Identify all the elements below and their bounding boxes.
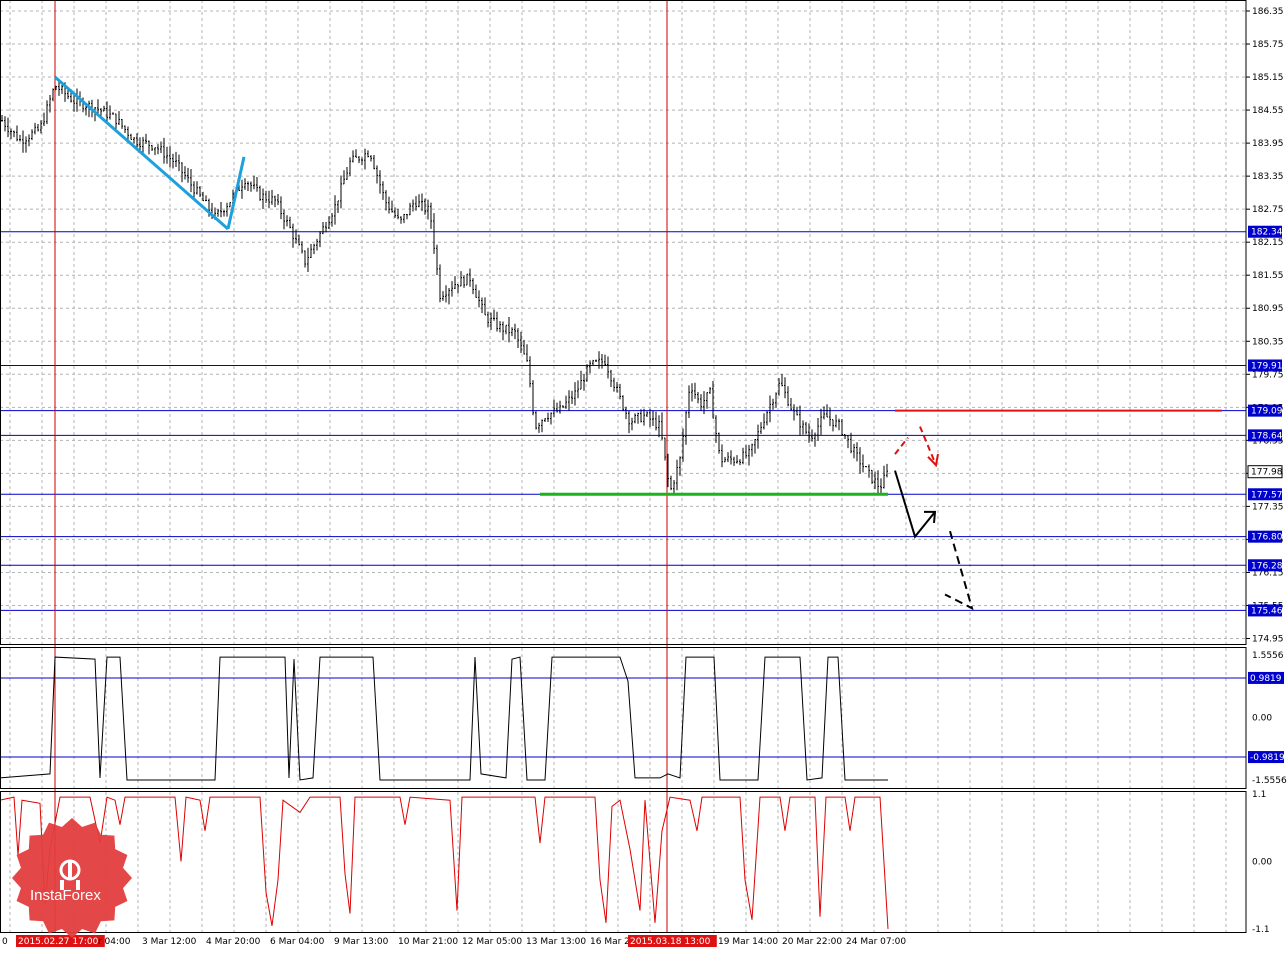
oscillator-1-panel bbox=[0, 656, 888, 781]
logo-text: InstaForex bbox=[30, 887, 101, 904]
price-tick-label: 174.95 bbox=[1252, 634, 1284, 644]
price-tick-label: 182.15 bbox=[1252, 238, 1284, 248]
osc-scale-label: 1.1 bbox=[1252, 790, 1266, 800]
price-bars bbox=[1, 79, 888, 496]
time-label: 20 Mar 22:00 bbox=[782, 937, 842, 947]
price-tick-label: 180.95 bbox=[1252, 304, 1284, 314]
oscillator-2-panel bbox=[0, 796, 889, 929]
level-label: 182.34 bbox=[1251, 228, 1283, 238]
time-label: 24 Mar 07:00 bbox=[846, 937, 906, 947]
price-tick-label: 182.75 bbox=[1252, 205, 1284, 215]
osc-scale-label: 0.00 bbox=[1252, 714, 1272, 724]
level-label: 176.80 bbox=[1251, 533, 1283, 543]
price-tick-label: 184.55 bbox=[1252, 106, 1284, 116]
panel-frame bbox=[0, 647, 1247, 789]
grid bbox=[0, 0, 1246, 932]
current-price-label: 177.98 bbox=[1251, 468, 1283, 478]
price-tick-label: 180.35 bbox=[1252, 337, 1284, 347]
drawing-annotations bbox=[54, 75, 1222, 611]
price-tick-label: 185.15 bbox=[1252, 73, 1284, 83]
level-label: 179.91 bbox=[1251, 361, 1283, 371]
black-solid-arrow bbox=[894, 470, 936, 539]
panel-frames bbox=[0, 0, 1247, 933]
osc2-line bbox=[0, 796, 889, 929]
time-label: 9 Mar 13:00 bbox=[334, 937, 389, 947]
osc-level-label: 0.9819 bbox=[1250, 674, 1282, 684]
time-label: 16 Mar 2 bbox=[590, 937, 630, 947]
osc1-line bbox=[0, 656, 888, 781]
time-label: 10 Mar 21:00 bbox=[398, 937, 458, 947]
price-axis: 186.35 185.75 185.15 184.55 183.95 183.35 182.… bbox=[1246, 7, 1287, 935]
time-label: 2015.03.18 13:00 bbox=[630, 937, 711, 947]
level-label: 175.46 bbox=[1251, 606, 1283, 616]
time-label: 12 Mar 05:00 bbox=[462, 937, 522, 947]
vertical-markers bbox=[54, 0, 668, 932]
time-label: 6 Mar 04:00 bbox=[270, 937, 325, 947]
time-axis: 0 2015.02.27 17:00 r 04:00 3 Mar 12:00 4 Mar… bbox=[2, 935, 906, 947]
osc-scale-label: 0.00 bbox=[1252, 858, 1272, 868]
price-tick-label: 186.35 bbox=[1252, 7, 1284, 17]
level-label: 177.57 bbox=[1251, 490, 1283, 500]
level-label: 179.09 bbox=[1251, 407, 1283, 417]
time-label: 4 Mar 20:00 bbox=[206, 937, 261, 947]
price-tick-label: 177.35 bbox=[1252, 502, 1284, 512]
level-label: 178.64 bbox=[1251, 431, 1283, 441]
red-dashed-arrow bbox=[919, 426, 937, 466]
price-tick-label: 183.35 bbox=[1252, 172, 1284, 182]
osc-scale-label: -1.1 bbox=[1252, 925, 1270, 935]
black-dashed-arrow bbox=[944, 530, 974, 611]
price-tick-label: 179.75 bbox=[1252, 370, 1284, 380]
time-label: 3 Mar 12:00 bbox=[142, 937, 197, 947]
time-label: 19 Mar 14:00 bbox=[718, 937, 778, 947]
instaforex-logo bbox=[12, 818, 132, 938]
price-tick-label: 183.95 bbox=[1252, 139, 1284, 149]
level-label: 176.28 bbox=[1251, 561, 1283, 571]
time-label: 2015.02.27 17:00 bbox=[18, 937, 99, 947]
time-label: 0 bbox=[2, 937, 8, 947]
time-label: r 04:00 bbox=[98, 937, 131, 947]
time-label: 13 Mar 13:00 bbox=[526, 937, 586, 947]
price-tick-label: 185.75 bbox=[1252, 40, 1284, 50]
panel-frame bbox=[0, 0, 1247, 645]
price-tick-label: 181.55 bbox=[1252, 271, 1284, 281]
blue-trend-line bbox=[54, 75, 229, 231]
chart-canvas: 186.35 185.75 185.15 184.55 183.95 183.35 182.… bbox=[0, 0, 1287, 947]
osc-scale-label: 1.5556 bbox=[1252, 651, 1284, 661]
osc-level-label: -0.9819 bbox=[1250, 753, 1285, 763]
panel-frame bbox=[0, 791, 1247, 933]
osc-scale-label: -1.5556 bbox=[1252, 776, 1287, 786]
